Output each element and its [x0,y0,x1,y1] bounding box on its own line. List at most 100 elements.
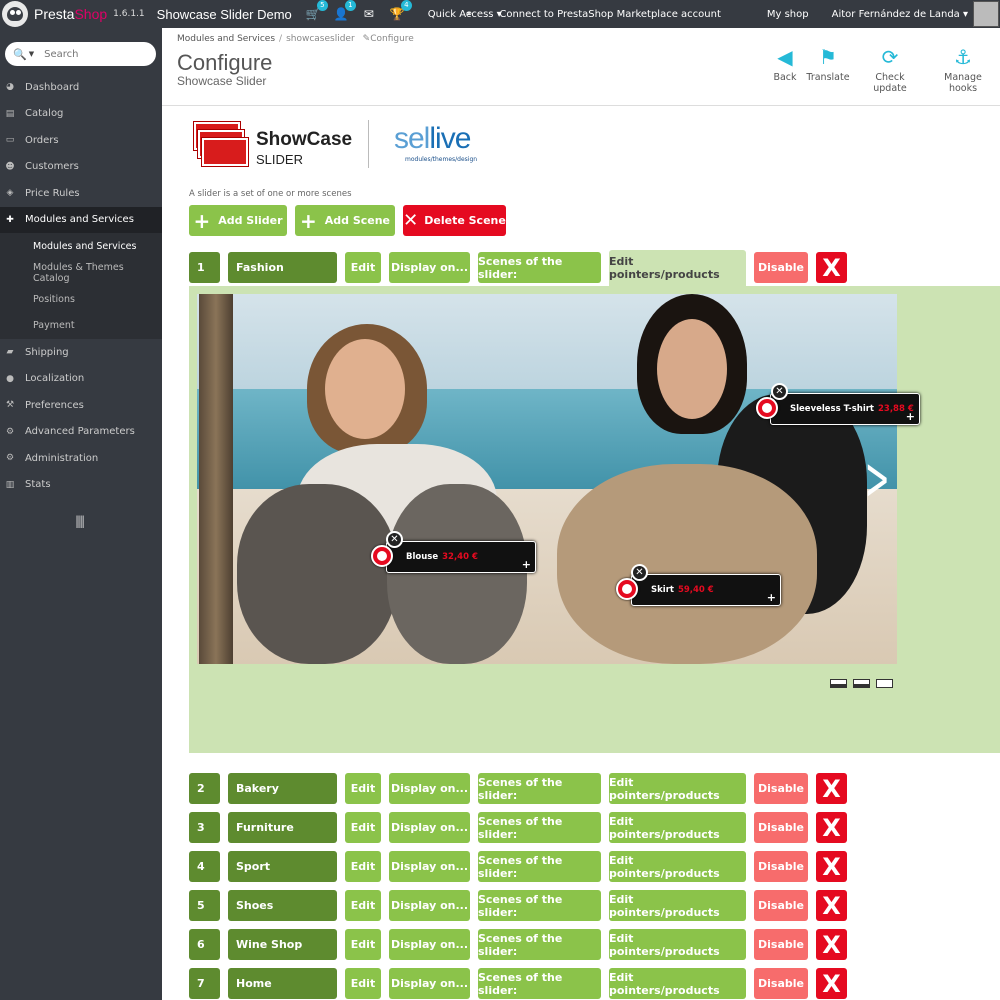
edit-pointers-tab[interactable]: Edit pointers/products [609,250,746,286]
slider-name[interactable]: Home [228,968,337,999]
edit-pointers-button[interactable]: Edit pointers/products [609,968,746,999]
edit-button[interactable]: Edit [345,968,381,999]
plus-icon[interactable]: + [767,591,776,604]
plus-icon[interactable]: + [522,558,531,571]
sidebar-item-catalog[interactable]: ▤ Catalog [0,101,162,128]
trophy-icon[interactable]: 🏆 4 [390,0,412,21]
my-shop-link[interactable]: My shop [767,9,809,20]
slide-dot[interactable] [853,679,870,688]
sidebar-item-orders[interactable]: ▭ Orders [0,127,162,154]
product-pointer-tshirt[interactable]: Sleeveless T-shirt 23,88 € + [770,393,920,425]
pointer-marker[interactable] [371,545,393,567]
disable-button[interactable]: Disable [754,890,808,921]
sidebar-subitem-modules-services[interactable]: Modules and Services [0,233,162,260]
user-icon[interactable]: 👤 1 [334,0,356,21]
translate-button[interactable]: ⚑ Translate [805,44,851,83]
product-pointer-blouse[interactable]: Blouse 32,40 € + [386,541,536,573]
delete-slider-button[interactable]: X [816,773,847,804]
scene-image[interactable]: > [197,294,897,664]
sidebar-item-customers[interactable]: ☻ Customers [0,154,162,181]
search-icon[interactable]: 🔍 [13,48,27,61]
disable-button[interactable]: Disable [754,851,808,882]
slide-dot[interactable] [830,679,847,688]
edit-pointers-button[interactable]: Edit pointers/products [609,773,746,804]
user-menu[interactable]: Aitor Fernández de Landa ▾ [832,9,968,20]
back-button[interactable]: ◀ Back [770,44,800,83]
sidebar-subitem-positions[interactable]: Positions [0,286,162,313]
search-box[interactable]: 🔍 ▼ [5,42,156,66]
sidebar-item-preferences[interactable]: ⚒ Preferences [0,392,162,419]
display-on-button[interactable]: Display on... [389,968,470,999]
add-scene-button[interactable]: + Add Scene [295,205,395,236]
edit-pointers-button[interactable]: Edit pointers/products [609,851,746,882]
cart-icon[interactable]: 🛒 5 [306,0,328,21]
scenes-button[interactable]: Scenes of the slider: [478,773,601,804]
scenes-button[interactable]: Scenes of the slider: [478,252,601,283]
plus-icon[interactable]: + [906,410,915,423]
display-on-button[interactable]: Display on... [389,890,470,921]
disable-button[interactable]: Disable [754,929,808,960]
display-on-button[interactable]: Display on... [389,929,470,960]
edit-button[interactable]: Edit [345,929,381,960]
connect-marketplace-link[interactable]: ⚭ Connect to PrestaShop Marketplace acco… [465,9,744,20]
slider-name[interactable]: Sport [228,851,337,882]
pointer-marker[interactable] [756,397,778,419]
close-icon[interactable]: ✕ [631,564,648,581]
display-on-button[interactable]: Display on... [389,812,470,843]
edit-button[interactable]: Edit [345,252,381,283]
edit-button[interactable]: Edit [345,851,381,882]
sidebar-collapse-icon[interactable]: |||| [75,514,85,528]
slide-dot[interactable] [876,679,893,688]
manage-hooks-button[interactable]: ⚓ Manage hooks [929,44,997,94]
scenes-button[interactable]: Scenes of the slider: [478,929,601,960]
edit-pointers-button[interactable]: Edit pointers/products [609,890,746,921]
disable-button[interactable]: Disable [754,968,808,999]
breadcrumb-module[interactable]: showcaseslider [286,34,355,44]
sidebar-item-shipping[interactable]: ▰ Shipping [0,339,162,366]
delete-slider-button[interactable]: X [816,968,847,999]
display-on-button[interactable]: Display on... [389,252,470,283]
edit-pointers-button[interactable]: Edit pointers/products [609,929,746,960]
sidebar-item-modules[interactable]: ✚ Modules and Services [0,206,162,233]
sidebar-subitem-catalog[interactable]: Modules & Themes Catalog [0,259,162,286]
slider-name[interactable]: Wine Shop [228,929,337,960]
display-on-button[interactable]: Display on... [389,851,470,882]
delete-slider-button[interactable]: X [816,890,847,921]
slider-name[interactable]: Shoes [228,890,337,921]
add-slider-button[interactable]: + Add Slider [189,205,287,236]
slider-name[interactable]: Bakery [228,773,337,804]
next-slide-arrow[interactable]: > [865,444,890,514]
sidebar-item-localization[interactable]: ● Localization [0,366,162,393]
pointer-marker[interactable] [616,578,638,600]
delete-slider-button[interactable]: X [816,851,847,882]
scenes-button[interactable]: Scenes of the slider: [478,968,601,999]
search-input[interactable] [44,48,145,60]
slider-name[interactable]: Fashion [228,252,337,283]
sidebar-item-advanced-parameters[interactable]: ⚙ Advanced Parameters [0,419,162,446]
envelope-icon[interactable]: ✉ [362,7,376,21]
sidebar-item-administration[interactable]: ⚙ Administration [0,445,162,472]
edit-pointers-button[interactable]: Edit pointers/products [609,812,746,843]
disable-button[interactable]: Disable [754,812,808,843]
chevron-down-icon[interactable]: ▼ [29,50,34,58]
scenes-button[interactable]: Scenes of the slider: [478,890,601,921]
avatar[interactable] [973,1,999,27]
delete-scene-button[interactable]: ✕ Delete Scene [403,205,506,236]
close-icon[interactable]: ✕ [386,531,403,548]
breadcrumb-modules[interactable]: Modules and Services [177,34,275,44]
brand-name[interactable]: PrestaShop [34,6,107,22]
prestashop-logo-icon[interactable] [2,1,28,27]
check-update-button[interactable]: ⟳ Check update [858,44,922,94]
sidebar-item-price-rules[interactable]: ◈ Price Rules [0,180,162,207]
delete-slider-button[interactable]: X [816,252,847,283]
sidebar-item-stats[interactable]: ▥ Stats [0,472,162,499]
scenes-button[interactable]: Scenes of the slider: [478,851,601,882]
sidebar-subitem-payment[interactable]: Payment [0,312,162,339]
product-pointer-skirt[interactable]: Skirt 59,40 € + [631,574,781,606]
slider-name[interactable]: Furniture [228,812,337,843]
shop-name[interactable]: Showcase Slider Demo [157,7,292,22]
close-icon[interactable]: ✕ [771,383,788,400]
edit-button[interactable]: Edit [345,812,381,843]
sidebar-item-dashboard[interactable]: ◕ Dashboard [0,74,162,101]
delete-slider-button[interactable]: X [816,929,847,960]
